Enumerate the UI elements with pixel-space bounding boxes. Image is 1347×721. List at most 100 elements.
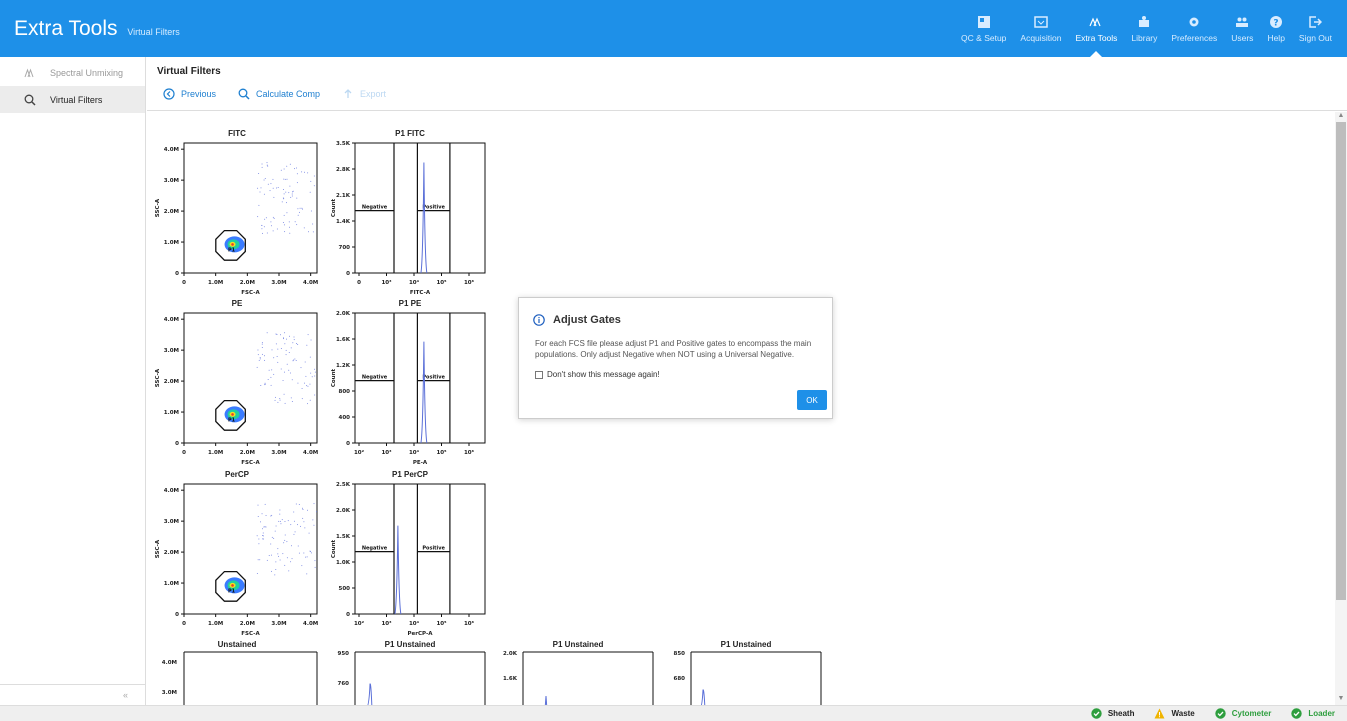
status-cytometer[interactable]: Cytometer	[1215, 708, 1271, 719]
y-tick-label: 3.0M	[164, 519, 179, 525]
event-dot	[267, 183, 269, 185]
scroll-up-arrow-icon[interactable]: ▲	[1335, 112, 1347, 122]
x-tick-label: 10³	[381, 449, 392, 456]
nav-qc-setup[interactable]: QC & Setup	[954, 0, 1013, 57]
event-dot	[297, 382, 299, 384]
event-dot	[280, 347, 282, 349]
event-dot	[284, 564, 286, 566]
histogram-p1-unstained-3[interactable]: P1 Unstained 850 680	[661, 640, 831, 705]
x-tick-label: 10²	[354, 620, 365, 627]
gate-label: P1	[228, 247, 236, 253]
y-tick-label: 3.5K	[336, 141, 351, 147]
dont-show-again-checkbox[interactable]: Don't show this message again!	[535, 370, 660, 379]
event-dot	[295, 167, 297, 169]
event-dot	[293, 359, 295, 361]
sidebar-item-virtual-filters[interactable]: Virtual Filters	[0, 86, 145, 113]
scatter-plot-pe[interactable]: PE 0 1.0M 2.0M 3.0M 4.0M 0 1.0M 2.0M 3.0M 4.0M FSC…	[147, 299, 327, 471]
scatter-plot-unstained[interactable]: Unstained 4.0M 3.0M	[147, 640, 327, 705]
event-dot	[301, 207, 303, 209]
event-dot	[257, 354, 259, 356]
event-dot	[281, 519, 283, 521]
event-dot	[283, 542, 285, 544]
event-dot	[280, 368, 282, 370]
checkbox-box[interactable]	[535, 370, 543, 379]
virtual-filters-icon	[24, 94, 36, 106]
event-dot	[261, 163, 263, 165]
status-loader[interactable]: Loader	[1291, 708, 1335, 719]
calculate-comp-button[interactable]: Calculate Comp	[238, 88, 320, 100]
x-tick-label: 10²	[354, 449, 365, 456]
x-tick-label: 3.0M	[271, 450, 286, 456]
checkbox-label: Don't show this message again!	[547, 370, 660, 379]
info-icon	[533, 314, 545, 326]
event-dot	[306, 344, 308, 346]
plot-title: Unstained	[217, 640, 257, 649]
event-dot	[262, 538, 264, 540]
nav-preferences[interactable]: Preferences	[1164, 0, 1224, 57]
event-dot	[259, 559, 261, 561]
nav-extra-tools[interactable]: Extra Tools	[1069, 0, 1125, 57]
event-dot	[286, 212, 288, 214]
event-dot	[279, 513, 281, 515]
histogram-p1-unstained-2[interactable]: P1 Unstained 2.0K 1.6K	[493, 640, 663, 705]
event-dot	[286, 202, 288, 204]
histogram-p1-fitc[interactable]: P1 FITC 0 700 1.4K 2.1K 2.8K 3.5K 0 10³ 10⁴ 10⁵ 10…	[325, 129, 495, 301]
y-tick-label: 3.0M	[164, 348, 179, 354]
event-dot	[285, 349, 287, 351]
vertical-scrollbar[interactable]: ▲ ▼	[1335, 112, 1347, 705]
y-tick-label: 680	[674, 676, 686, 682]
event-dot	[291, 558, 293, 560]
nav-sign-out[interactable]: Sign Out	[1292, 0, 1339, 57]
x-tick-label: 4.0M	[303, 621, 318, 627]
histogram-p1-percp[interactable]: P1 PerCP 0 500 1.0K 1.5K 2.0K 2.5K 10² 10³ 10⁴ 10…	[325, 470, 495, 642]
scroll-thumb[interactable]	[1336, 122, 1346, 600]
event-dot	[262, 534, 264, 536]
event-dot	[285, 354, 287, 356]
scatter-plot-percp[interactable]: PerCP 0 1.0M 2.0M 3.0M 4.0M 0 1.0M 2.0M 3.0M 4.0M…	[147, 470, 327, 642]
histogram-p1-unstained-1[interactable]: P1 Unstained 950 760	[325, 640, 495, 705]
histogram-p1-pe[interactable]: P1 PE 0 400 800 1.2K 1.6K 2.0K 10² 10³ 10⁴ 10⁵ 10⁶…	[325, 299, 495, 471]
nav-library[interactable]: Library	[1124, 0, 1164, 57]
event-dot	[266, 559, 268, 561]
sidebar-item-spectral-unmixing[interactable]: Spectral Unmixing	[0, 59, 145, 86]
event-dot	[273, 357, 275, 359]
event-dot	[283, 214, 285, 216]
event-dot	[263, 179, 265, 181]
event-dot	[297, 214, 299, 216]
y-tick-label: 2.5K	[336, 482, 351, 488]
qc-setup-icon	[977, 15, 990, 28]
event-dot	[257, 216, 259, 218]
sidebar-collapse-button[interactable]: «	[0, 684, 146, 705]
scatter-plot-fitc[interactable]: FITC 0 1.0M 2.0M 3.0M 4.0M 0 1.0M 2.0M 3.0M 4.0M F…	[147, 129, 327, 301]
nav-users[interactable]: Users	[1224, 0, 1260, 57]
scatter-canvas-partial: 4.0M 3.0M	[162, 651, 318, 705]
acquisition-icon	[1034, 15, 1048, 28]
event-dot	[301, 507, 303, 509]
event-dot	[301, 398, 303, 400]
x-tick-label: 10⁴	[409, 620, 420, 627]
event-dot	[306, 385, 308, 387]
plot-frame	[183, 483, 318, 615]
y-tick-label: 1.0M	[164, 581, 179, 587]
export-button[interactable]: Export	[342, 88, 386, 100]
event-dot	[261, 224, 263, 226]
event-dot	[313, 185, 315, 187]
gate-label: P1	[228, 417, 236, 423]
event-dot	[270, 183, 272, 185]
event-dot	[301, 387, 303, 389]
nav-acquisition[interactable]: Acquisition	[1013, 0, 1068, 57]
scroll-down-arrow-icon[interactable]: ▼	[1335, 695, 1347, 705]
event-dot	[294, 531, 296, 533]
event-dot	[275, 343, 277, 345]
toolbar: Previous Calculate Comp Export	[163, 88, 408, 100]
check-circle-icon	[1215, 708, 1226, 719]
status-waste[interactable]: Waste	[1154, 708, 1195, 719]
ok-button[interactable]: OK	[797, 390, 827, 410]
nav-help[interactable]: ? Help	[1260, 0, 1291, 57]
previous-button[interactable]: Previous	[163, 88, 216, 100]
y-tick-label: 2.8K	[336, 167, 351, 173]
plot-title: P1 PerCP	[391, 470, 429, 479]
x-axis-label: FSC-A	[241, 631, 260, 637]
event-dot	[271, 369, 273, 371]
status-sheath[interactable]: Sheath	[1091, 708, 1134, 719]
